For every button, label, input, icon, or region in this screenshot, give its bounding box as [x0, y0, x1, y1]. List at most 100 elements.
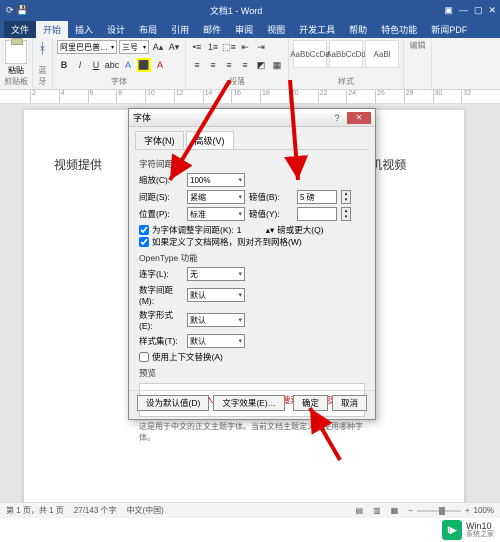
- align-right-icon[interactable]: ≡: [222, 58, 236, 72]
- close-button[interactable]: ✕: [488, 5, 496, 16]
- text-effects-button[interactable]: A: [121, 58, 135, 72]
- zoom-control[interactable]: − + 100%: [408, 506, 494, 515]
- dialog-tabs: 字体(N) 高级(V): [135, 131, 369, 150]
- tab-references[interactable]: 引用: [164, 21, 196, 38]
- paste-button[interactable]: 粘贴: [4, 40, 28, 76]
- set-default-button[interactable]: 设为默认值(D): [137, 395, 209, 411]
- help-icon[interactable]: ?: [329, 113, 345, 123]
- view-print-icon[interactable]: ▥: [373, 506, 381, 515]
- bluetooth-icon[interactable]: ᚼ: [37, 40, 48, 56]
- bluetooth-group-label: 蓝牙: [37, 65, 48, 87]
- ligature-label: 连字(L):: [139, 268, 183, 280]
- toolbar-group-font: 阿里巴巴普…▾ 三号▾ A▴ A▾ B I U abc A ⬛ A 字体: [53, 38, 186, 89]
- position-combo[interactable]: 标准: [187, 207, 245, 221]
- ribbon-toolbar: 粘贴 剪贴板 ᚼ 蓝牙 阿里巴巴普…▾ 三号▾ A▴ A▾ B I U abc …: [0, 38, 500, 90]
- kerning-checkbox[interactable]: [139, 225, 149, 235]
- spacing-combo[interactable]: 紧缩: [187, 190, 245, 204]
- maximize-button[interactable]: ▢: [474, 5, 483, 16]
- tab-review[interactable]: 审阅: [228, 21, 260, 38]
- autosave-icon[interactable]: ⟳: [6, 5, 14, 16]
- status-lang[interactable]: 中文(中国): [127, 505, 164, 516]
- ok-button[interactable]: 确定: [293, 395, 328, 411]
- tab-advanced[interactable]: 高级(V): [186, 131, 234, 149]
- decrease-indent-icon[interactable]: ⇤: [238, 40, 252, 54]
- status-page[interactable]: 第 1 页，共 1 页: [6, 505, 64, 516]
- contextual-checkbox[interactable]: [139, 352, 149, 362]
- view-web-icon[interactable]: ▦: [391, 506, 399, 515]
- clipboard-icon: [5, 40, 27, 64]
- position-stepper[interactable]: ▴▾: [341, 207, 351, 221]
- tab-insert[interactable]: 插入: [68, 21, 100, 38]
- italic-button[interactable]: I: [73, 58, 87, 72]
- spacing-pt-input[interactable]: 5 磅: [297, 190, 337, 204]
- save-icon[interactable]: 💾: [17, 5, 28, 16]
- status-bar: 第 1 页，共 1 页 27/143 个字 中文(中国) ▤ ▥ ▦ − + 1…: [0, 502, 500, 518]
- grid-checkbox[interactable]: [139, 237, 149, 247]
- clipboard-group-label: 剪贴板: [4, 76, 28, 87]
- tab-file[interactable]: 文件: [4, 21, 36, 38]
- tab-help[interactable]: 帮助: [342, 21, 374, 38]
- zoom-out-icon[interactable]: −: [408, 506, 413, 515]
- minimize-button[interactable]: —: [459, 5, 468, 16]
- strike-button[interactable]: abc: [105, 58, 119, 72]
- scale-combo[interactable]: 100%: [187, 173, 245, 187]
- tab-mailings[interactable]: 邮件: [196, 21, 228, 38]
- justify-icon[interactable]: ≡: [238, 58, 252, 72]
- style-nospacing[interactable]: AaBbCcDd: [329, 40, 363, 68]
- tab-home[interactable]: 开始: [36, 21, 68, 38]
- zoom-slider[interactable]: [417, 510, 461, 512]
- style-heading1[interactable]: AaBl: [365, 40, 399, 68]
- tab-layout[interactable]: 布局: [132, 21, 164, 38]
- spacing-stepper[interactable]: ▴▾: [341, 190, 351, 204]
- toolbar-group-editing: 编辑: [404, 38, 432, 89]
- style-normal[interactable]: AaBbCcDd: [293, 40, 327, 68]
- dialog-titlebar[interactable]: 字体 ? ✕: [129, 109, 375, 127]
- font-color-button[interactable]: A: [153, 58, 167, 72]
- position-pt-input[interactable]: [297, 207, 337, 221]
- tab-design[interactable]: 设计: [100, 21, 132, 38]
- tab-font[interactable]: 字体(N): [135, 131, 184, 149]
- tab-pdf[interactable]: 新闻PDF: [424, 21, 474, 38]
- styleset-combo[interactable]: 默认: [187, 334, 245, 348]
- align-left-icon[interactable]: ≡: [190, 58, 204, 72]
- zoom-in-icon[interactable]: +: [465, 506, 470, 515]
- font-group-label: 字体: [57, 76, 181, 87]
- position-label: 位置(P):: [139, 208, 183, 220]
- ligature-combo[interactable]: 无: [187, 267, 245, 281]
- shading-icon[interactable]: ◩: [254, 58, 268, 72]
- number-list-icon[interactable]: 1≡: [206, 40, 220, 54]
- grow-font-icon[interactable]: A▴: [151, 40, 165, 54]
- view-read-icon[interactable]: ▤: [356, 506, 364, 515]
- zoom-value[interactable]: 100%: [474, 506, 494, 515]
- status-words[interactable]: 27/143 个字: [74, 505, 117, 516]
- numform-combo[interactable]: 默认: [187, 313, 245, 327]
- dialog-close-button[interactable]: ✕: [347, 112, 371, 124]
- underline-button[interactable]: U: [89, 58, 103, 72]
- tab-view[interactable]: 视图: [260, 21, 292, 38]
- tab-special[interactable]: 特色功能: [374, 21, 424, 38]
- numspacing-combo[interactable]: 默认: [187, 288, 245, 302]
- position-pt-label: 磅值(Y):: [249, 208, 293, 220]
- increase-indent-icon[interactable]: ⇥: [254, 40, 268, 54]
- toolbar-group-bluetooth: ᚼ 蓝牙: [33, 38, 53, 89]
- kerning-stepper[interactable]: ▴▾: [266, 225, 275, 236]
- borders-icon[interactable]: ▦: [270, 58, 284, 72]
- highlight-button[interactable]: ⬛: [137, 58, 151, 72]
- numform-label: 数字形式(E):: [139, 309, 183, 331]
- multilevel-list-icon[interactable]: ⬚≡: [222, 40, 236, 54]
- bullet-list-icon[interactable]: •≡: [190, 40, 204, 54]
- font-size-combo[interactable]: 三号▾: [119, 40, 149, 54]
- numspacing-label: 数字间距(M):: [139, 284, 183, 306]
- watermark-line2: 系统之家: [466, 531, 494, 538]
- horizontal-ruler[interactable]: 2468101214161820222426283032: [0, 90, 500, 104]
- scale-label: 缩放(C):: [139, 174, 183, 186]
- tab-developer[interactable]: 开发工具: [292, 21, 342, 38]
- kerning-input[interactable]: 1: [237, 225, 263, 235]
- font-name-combo[interactable]: 阿里巴巴普…▾: [57, 40, 117, 54]
- account-icon[interactable]: ▣: [444, 5, 453, 16]
- text-effects-button[interactable]: 文字效果(E)…: [213, 395, 285, 411]
- shrink-font-icon[interactable]: A▾: [167, 40, 181, 54]
- bold-button[interactable]: B: [57, 58, 71, 72]
- align-center-icon[interactable]: ≡: [206, 58, 220, 72]
- cancel-button[interactable]: 取消: [332, 395, 367, 411]
